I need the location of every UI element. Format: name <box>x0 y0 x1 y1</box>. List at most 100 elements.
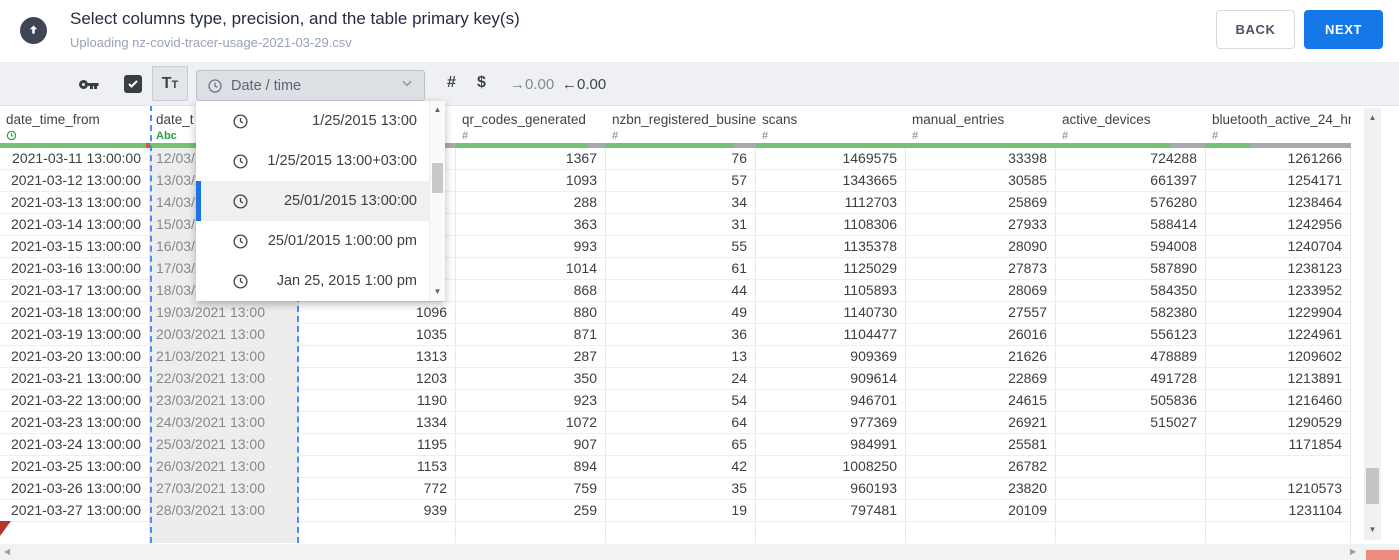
table-cell: 1135378 <box>756 236 906 258</box>
table-cell: 993 <box>456 236 606 258</box>
table-cell: 24615 <box>906 390 1056 412</box>
table-cell: 2021-03-24 13:00:00 <box>0 434 150 456</box>
dropdown-option[interactable]: 1/25/2015 13:00 <box>196 101 445 141</box>
decimal-decrease-button[interactable]: ←0.00 <box>562 76 606 93</box>
datetime-type-dropdown[interactable]: Date / time <box>196 70 425 101</box>
table-cell: 20109 <box>906 500 1056 522</box>
table-cell <box>1056 478 1206 500</box>
column-header-scans[interactable]: scans <box>756 105 906 128</box>
table-cell: 894 <box>456 456 606 478</box>
table-cell: 2021-03-20 13:00:00 <box>0 346 150 368</box>
table-cell: 960193 <box>756 478 906 500</box>
table-cell: 25581 <box>906 434 1056 456</box>
table-cell: 909369 <box>756 346 906 368</box>
table-cell: 1153 <box>299 456 456 478</box>
dropdown-option[interactable]: 25/01/2015 1:00:00 pm <box>196 221 445 261</box>
scroll-down-icon[interactable]: ▼ <box>1364 522 1381 538</box>
table-cell: 49 <box>606 302 756 324</box>
table-cell: 28069 <box>906 280 1056 302</box>
table-cell: 54 <box>606 390 756 412</box>
column-header-nzbn_registered_busine[interactable]: nzbn_registered_busine <box>606 105 756 128</box>
table-cell: 2021-03-19 13:00:00 <box>0 324 150 346</box>
scroll-down-icon[interactable]: ▼ <box>430 285 445 299</box>
text-type-button[interactable]: Tt <box>152 66 188 101</box>
clock-icon <box>233 233 248 249</box>
dropdown-scrollbar[interactable]: ▲ ▼ <box>429 101 445 301</box>
scroll-left-icon[interactable]: ◀ <box>4 547 10 557</box>
column-type-indicator: # <box>1212 129 1219 142</box>
scrollbar-thumb[interactable] <box>1366 468 1379 504</box>
table-cell <box>1056 500 1206 522</box>
clock-icon <box>6 130 17 141</box>
column-header-bluetooth_active_24_hr_[interactable]: bluetooth_active_24_hr_ <box>1206 105 1351 128</box>
vertical-scrollbar[interactable]: ▲ ▼ <box>1364 108 1381 540</box>
table-cell: 27933 <box>906 214 1056 236</box>
table-cell: 34 <box>606 192 756 214</box>
table-cell <box>1056 456 1206 478</box>
table-cell: 1203 <box>299 368 456 390</box>
column-header-active_devices[interactable]: active_devices <box>1056 105 1206 128</box>
scroll-up-icon[interactable]: ▲ <box>430 103 445 117</box>
primary-key-icon[interactable] <box>76 72 100 101</box>
table-cell: 1171854 <box>1206 434 1351 456</box>
table-cell: 1190 <box>299 390 456 412</box>
table-cell: 2021-03-26 13:00:00 <box>0 478 150 500</box>
currency-type-button[interactable]: $ <box>477 74 486 92</box>
scroll-up-icon[interactable]: ▲ <box>1364 110 1381 126</box>
table-cell: 288 <box>456 192 606 214</box>
table-cell <box>150 522 299 543</box>
column-type-indicator: # <box>462 129 469 142</box>
table-cell: 26782 <box>906 456 1056 478</box>
table-cell <box>1056 522 1206 543</box>
table-cell: 478889 <box>1056 346 1206 368</box>
clock-icon <box>233 153 248 169</box>
dropdown-option[interactable]: 1/25/2015 13:00+03:00 <box>196 141 445 181</box>
table-cell: 515027 <box>1056 412 1206 434</box>
table-cell: 923 <box>456 390 606 412</box>
table-cell: 772 <box>299 478 456 500</box>
next-button[interactable]: NEXT <box>1304 10 1383 49</box>
table-cell: 1140730 <box>756 302 906 324</box>
table-cell: 19/03/2021 13:00 <box>150 302 299 324</box>
table-cell: 26/03/2021 13:00 <box>150 456 299 478</box>
table-cell: 1096 <box>299 302 456 324</box>
table-cell: 2021-03-15 13:00:00 <box>0 236 150 258</box>
table-cell: 939 <box>299 500 456 522</box>
table-cell: 1290529 <box>1206 412 1351 434</box>
table-cell: 1313 <box>299 346 456 368</box>
table-cell: 1233952 <box>1206 280 1351 302</box>
table-cell: 21626 <box>906 346 1056 368</box>
table-cell: 64 <box>606 412 756 434</box>
table-cell: 13 <box>606 346 756 368</box>
table-cell: 55 <box>606 236 756 258</box>
dropdown-option[interactable]: Jan 25, 2015 1:00 pm <box>196 261 445 301</box>
chevron-down-icon <box>400 76 414 95</box>
table-cell: 287 <box>456 346 606 368</box>
back-button[interactable]: BACK <box>1216 10 1295 49</box>
scrollbar-thumb[interactable] <box>432 163 443 193</box>
dropdown-selected-label: Date / time <box>231 77 302 94</box>
checked-checkbox-icon[interactable] <box>124 75 142 93</box>
table-cell <box>0 522 150 543</box>
table-cell: 1229904 <box>1206 302 1351 324</box>
table-cell: 1261266 <box>1206 148 1351 170</box>
table-cell: 57 <box>606 170 756 192</box>
decimal-increase-button[interactable]: →0.00 <box>510 76 554 93</box>
table-cell: 44 <box>606 280 756 302</box>
table-cell <box>299 522 456 543</box>
dropdown-option[interactable]: 25/01/2015 13:00:00 <box>196 181 445 221</box>
table-cell: 28/03/2021 13:00 <box>150 500 299 522</box>
column-header-manual_entries[interactable]: manual_entries <box>906 105 1056 128</box>
horizontal-scrollbar[interactable]: ◀ ▶ <box>0 544 1399 560</box>
table-cell: 1108306 <box>756 214 906 236</box>
table-cell: 2021-03-11 13:00:00 <box>0 148 150 170</box>
scroll-right-icon[interactable]: ▶ <box>1350 547 1356 557</box>
table-cell: 1238464 <box>1206 192 1351 214</box>
clock-icon <box>233 193 248 209</box>
table-cell: 35 <box>606 478 756 500</box>
column-header-date_time_from[interactable]: date_time_from <box>0 105 150 128</box>
table-cell: 24/03/2021 13:00 <box>150 412 299 434</box>
number-type-button[interactable]: # <box>447 74 456 92</box>
table-cell: 61 <box>606 258 756 280</box>
column-header-qr_codes_generated[interactable]: qr_codes_generated <box>456 105 606 128</box>
